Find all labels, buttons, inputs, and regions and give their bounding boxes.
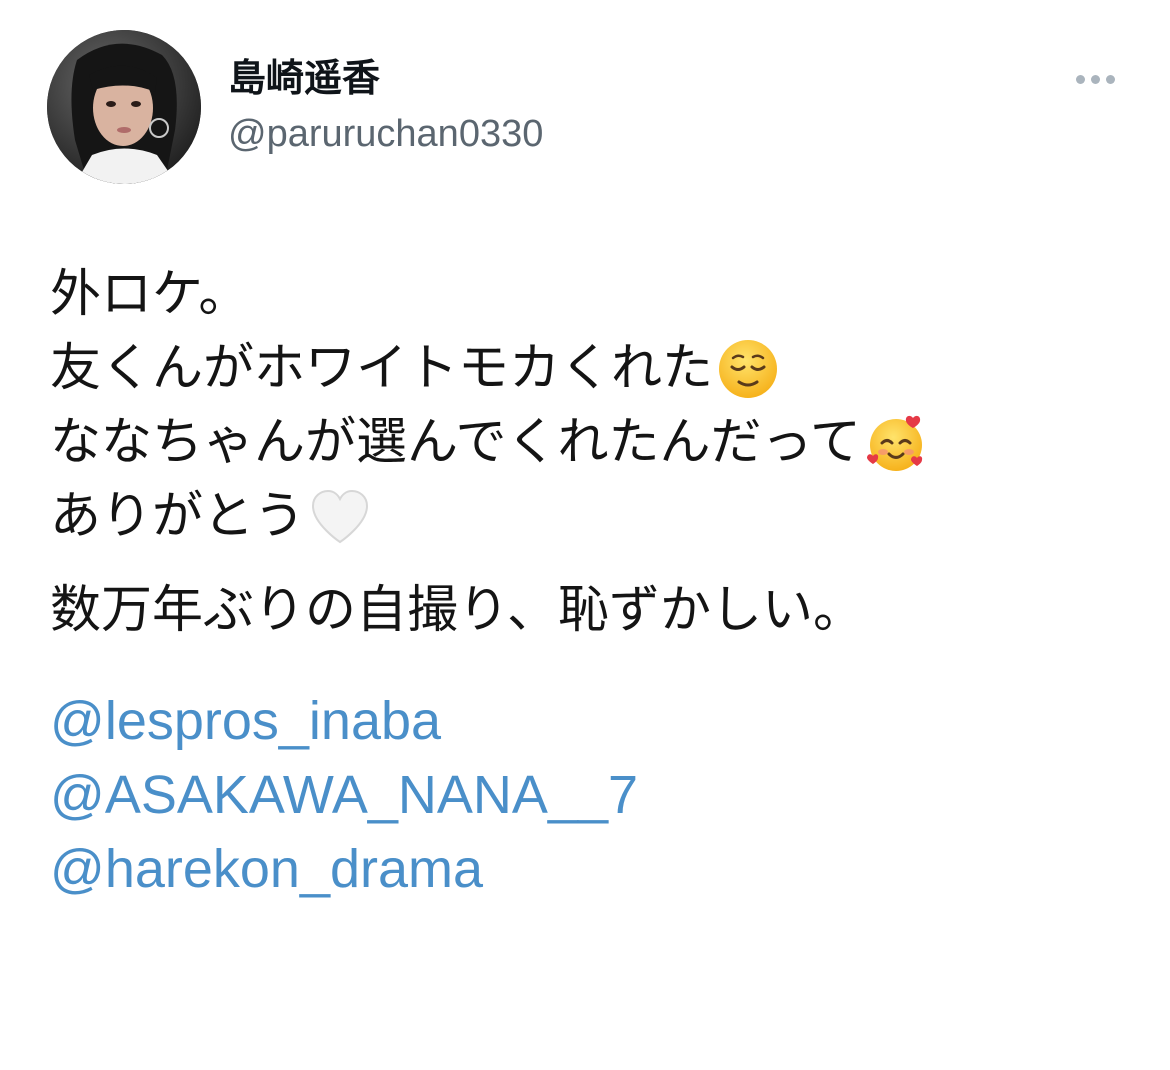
- tweet-line-text: 友くんがホワイトモカくれた: [50, 339, 714, 398]
- user-handle[interactable]: @paruruchan0330: [228, 112, 543, 156]
- tweet-card: 島崎遥香 @paruruchan0330 外ロケ。 友くんがホワイトモカくれた: [0, 0, 1170, 1070]
- white-heart-emoji-icon: [312, 489, 369, 544]
- tweet-line: 数万年ぶりの自撮り、恥ずかしい。: [50, 574, 1130, 648]
- tweet-line-text: ななちゃんが選んでくれたんだって: [50, 413, 861, 472]
- more-options-button[interactable]: [1066, 62, 1124, 96]
- mention-line: @lespros_inaba: [50, 684, 1130, 758]
- tweet-line: ななちゃんが選んでくれたんだって: [50, 406, 1130, 480]
- tweet-line: ありがとう: [50, 480, 1130, 554]
- tweet-line-text: ありがとう: [50, 487, 306, 546]
- mention-link[interactable]: @lespros_inaba: [50, 684, 441, 758]
- mention-line: @harekon_drama: [50, 832, 1130, 906]
- tweet-body: 外ロケ。 友くんがホワイトモカくれた ななちゃんが選んでくれたんだって ありがと…: [50, 258, 1130, 906]
- tweet-line-text: 外ロケ。: [50, 265, 250, 324]
- mention-link[interactable]: @harekon_drama: [50, 832, 483, 906]
- smiling-face-with-hearts-emoji-icon: [866, 415, 923, 471]
- display-name[interactable]: 島崎遥香: [228, 56, 380, 100]
- tweet-line-text: 数万年ぶりの自撮り、恥ずかしい。: [50, 581, 864, 640]
- more-horizontal-icon-dot: [1090, 74, 1100, 84]
- more-horizontal-icon: [1075, 74, 1085, 84]
- avatar-photo-icon: [47, 30, 201, 184]
- tweet-line: 外ロケ。: [50, 258, 1130, 332]
- mention-link[interactable]: @ASAKAWA_NANA__7: [50, 758, 638, 832]
- relieved-face-emoji-icon: [719, 340, 778, 398]
- user-avatar[interactable]: [47, 30, 201, 184]
- mention-line: @ASAKAWA_NANA__7: [50, 758, 1130, 832]
- tweet-line: 友くんがホワイトモカくれた: [50, 332, 1130, 406]
- more-horizontal-icon-dot: [1105, 74, 1115, 84]
